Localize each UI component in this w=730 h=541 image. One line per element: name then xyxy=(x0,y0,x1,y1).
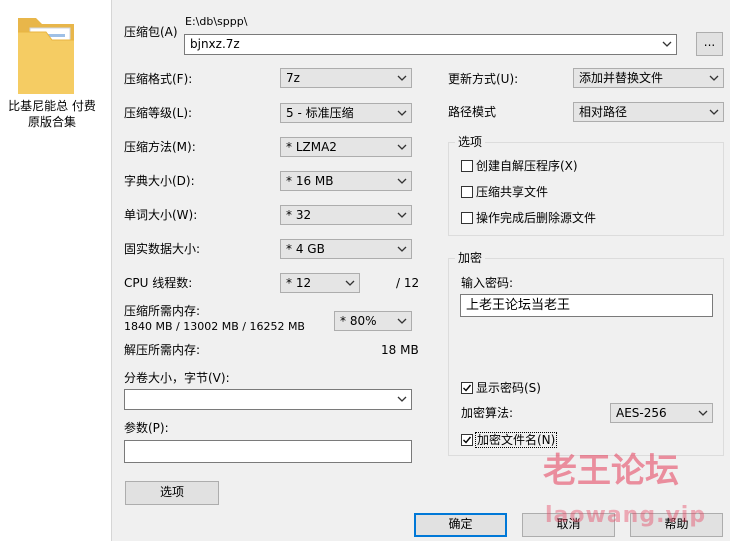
watermark-text: 老王论坛 xyxy=(543,451,679,491)
update-mode-label: 更新方式(U): xyxy=(448,72,519,86)
word-size-value: * 32 xyxy=(286,208,312,222)
password-label: 输入密码: xyxy=(461,276,514,290)
chevron-down-icon xyxy=(397,106,407,120)
archive-name-value: bjnxz.7z xyxy=(190,37,240,51)
shared-files-label[interactable]: 压缩共享文件 xyxy=(476,185,548,199)
threads-select[interactable]: * 12 xyxy=(280,273,360,293)
check-icon xyxy=(463,436,472,444)
chevron-down-icon xyxy=(397,392,407,406)
browse-button[interactable]: ... xyxy=(696,32,723,56)
update-mode-value: 添加并替换文件 xyxy=(579,71,664,85)
path-mode-label: 路径模式 xyxy=(448,105,497,119)
desktop-icon-label[interactable]: 比基尼能总 付费 原版合集 xyxy=(0,98,104,130)
chevron-down-icon xyxy=(397,242,407,256)
level-value: 5 - 标准压缩 xyxy=(286,106,354,120)
encryption-group-title: 加密 xyxy=(455,251,486,265)
chevron-down-icon xyxy=(698,406,708,420)
decompress-memory-value: 18 MB xyxy=(381,343,419,357)
level-label: 压缩等级(L): xyxy=(124,106,193,120)
password-input[interactable]: 上老王论坛当老王 xyxy=(460,294,713,317)
dictionary-select[interactable]: * 16 MB xyxy=(280,171,412,191)
encrypt-names-checkbox[interactable] xyxy=(461,434,473,446)
ok-button[interactable]: 确定 xyxy=(414,513,507,537)
level-select[interactable]: 5 - 标准压缩 xyxy=(280,103,412,123)
watermark-url: laowang.vip xyxy=(545,503,707,528)
sfx-label[interactable]: 创建自解压程序(X) xyxy=(476,159,578,173)
show-password-label[interactable]: 显示密码(S) xyxy=(476,381,541,395)
desktop-area: 比基尼能总 付费 原版合集 xyxy=(0,0,111,541)
threads-label: CPU 线程数: xyxy=(124,276,193,290)
archive-label: 压缩包(A) xyxy=(124,25,178,39)
parameters-input[interactable] xyxy=(124,440,412,463)
shared-files-checkbox[interactable] xyxy=(461,186,473,198)
chevron-down-icon xyxy=(662,37,672,51)
desktop-icon-label-line1: 比基尼能总 付费 xyxy=(8,99,96,113)
encrypt-names-label[interactable]: 加密文件名(N) xyxy=(475,432,558,448)
format-select[interactable]: 7z xyxy=(280,68,412,88)
delete-after-checkbox[interactable] xyxy=(461,212,473,224)
encryption-method-label: 加密算法: xyxy=(461,406,514,420)
chevron-down-icon xyxy=(397,314,407,328)
options-button[interactable]: 选项 xyxy=(125,481,219,505)
threads-value: * 12 xyxy=(286,276,312,290)
memory-percent-value: * 80% xyxy=(340,314,377,328)
word-size-select[interactable]: * 32 xyxy=(280,205,412,225)
solid-block-select[interactable]: * 4 GB xyxy=(280,239,412,259)
threads-max: / 12 xyxy=(396,276,420,290)
desktop-icon-label-line2: 原版合集 xyxy=(27,115,76,129)
method-select[interactable]: * LZMA2 xyxy=(280,137,412,157)
encryption-method-select[interactable]: AES-256 xyxy=(610,403,713,423)
path-mode-value: 相对路径 xyxy=(579,105,628,119)
chevron-down-icon xyxy=(397,71,407,85)
chevron-down-icon xyxy=(397,174,407,188)
check-icon xyxy=(463,384,472,392)
encryption-method-value: AES-256 xyxy=(616,406,667,420)
archive-path-prefix: E:\db\sppp\ xyxy=(185,15,248,28)
show-password-checkbox[interactable] xyxy=(461,382,473,394)
delete-after-label[interactable]: 操作完成后删除源文件 xyxy=(476,211,596,225)
method-value: * LZMA2 xyxy=(286,140,337,154)
sfx-checkbox[interactable] xyxy=(461,160,473,172)
format-value: 7z xyxy=(286,71,300,85)
archive-name-combo[interactable]: bjnxz.7z xyxy=(184,34,677,55)
split-volume-combo[interactable] xyxy=(124,389,412,410)
format-label: 压缩格式(F): xyxy=(124,72,193,86)
memory-percent-select[interactable]: * 80% xyxy=(334,311,412,331)
dictionary-value: * 16 MB xyxy=(286,174,334,188)
decompress-memory-label: 解压所需内存: xyxy=(124,343,201,357)
split-volume-label: 分卷大小，字节(V): xyxy=(124,371,230,385)
solid-block-value: * 4 GB xyxy=(286,242,325,256)
update-mode-select[interactable]: 添加并替换文件 xyxy=(573,68,724,88)
chevron-down-icon xyxy=(397,208,407,222)
solid-block-label: 固实数据大小: xyxy=(124,242,201,256)
options-group-title: 选项 xyxy=(455,135,486,149)
chevron-down-icon xyxy=(709,71,719,85)
method-label: 压缩方法(M): xyxy=(124,140,196,154)
compress-memory-label: 压缩所需内存: xyxy=(124,304,201,318)
dictionary-label: 字典大小(D): xyxy=(124,174,195,188)
chevron-down-icon xyxy=(709,105,719,119)
add-to-archive-dialog: 压缩包(A) E:\db\sppp\ bjnxz.7z ... 压缩格式(F):… xyxy=(111,0,730,541)
parameters-label: 参数(P): xyxy=(124,421,169,435)
chevron-down-icon xyxy=(345,276,355,290)
word-size-label: 单词大小(W): xyxy=(124,208,198,222)
password-value: 上老王论坛当老王 xyxy=(466,298,571,313)
folder-icon[interactable] xyxy=(16,10,78,96)
path-mode-select[interactable]: 相对路径 xyxy=(573,102,724,122)
compress-memory-value: 1840 MB / 13002 MB / 16252 MB xyxy=(124,320,305,333)
chevron-down-icon xyxy=(397,140,407,154)
